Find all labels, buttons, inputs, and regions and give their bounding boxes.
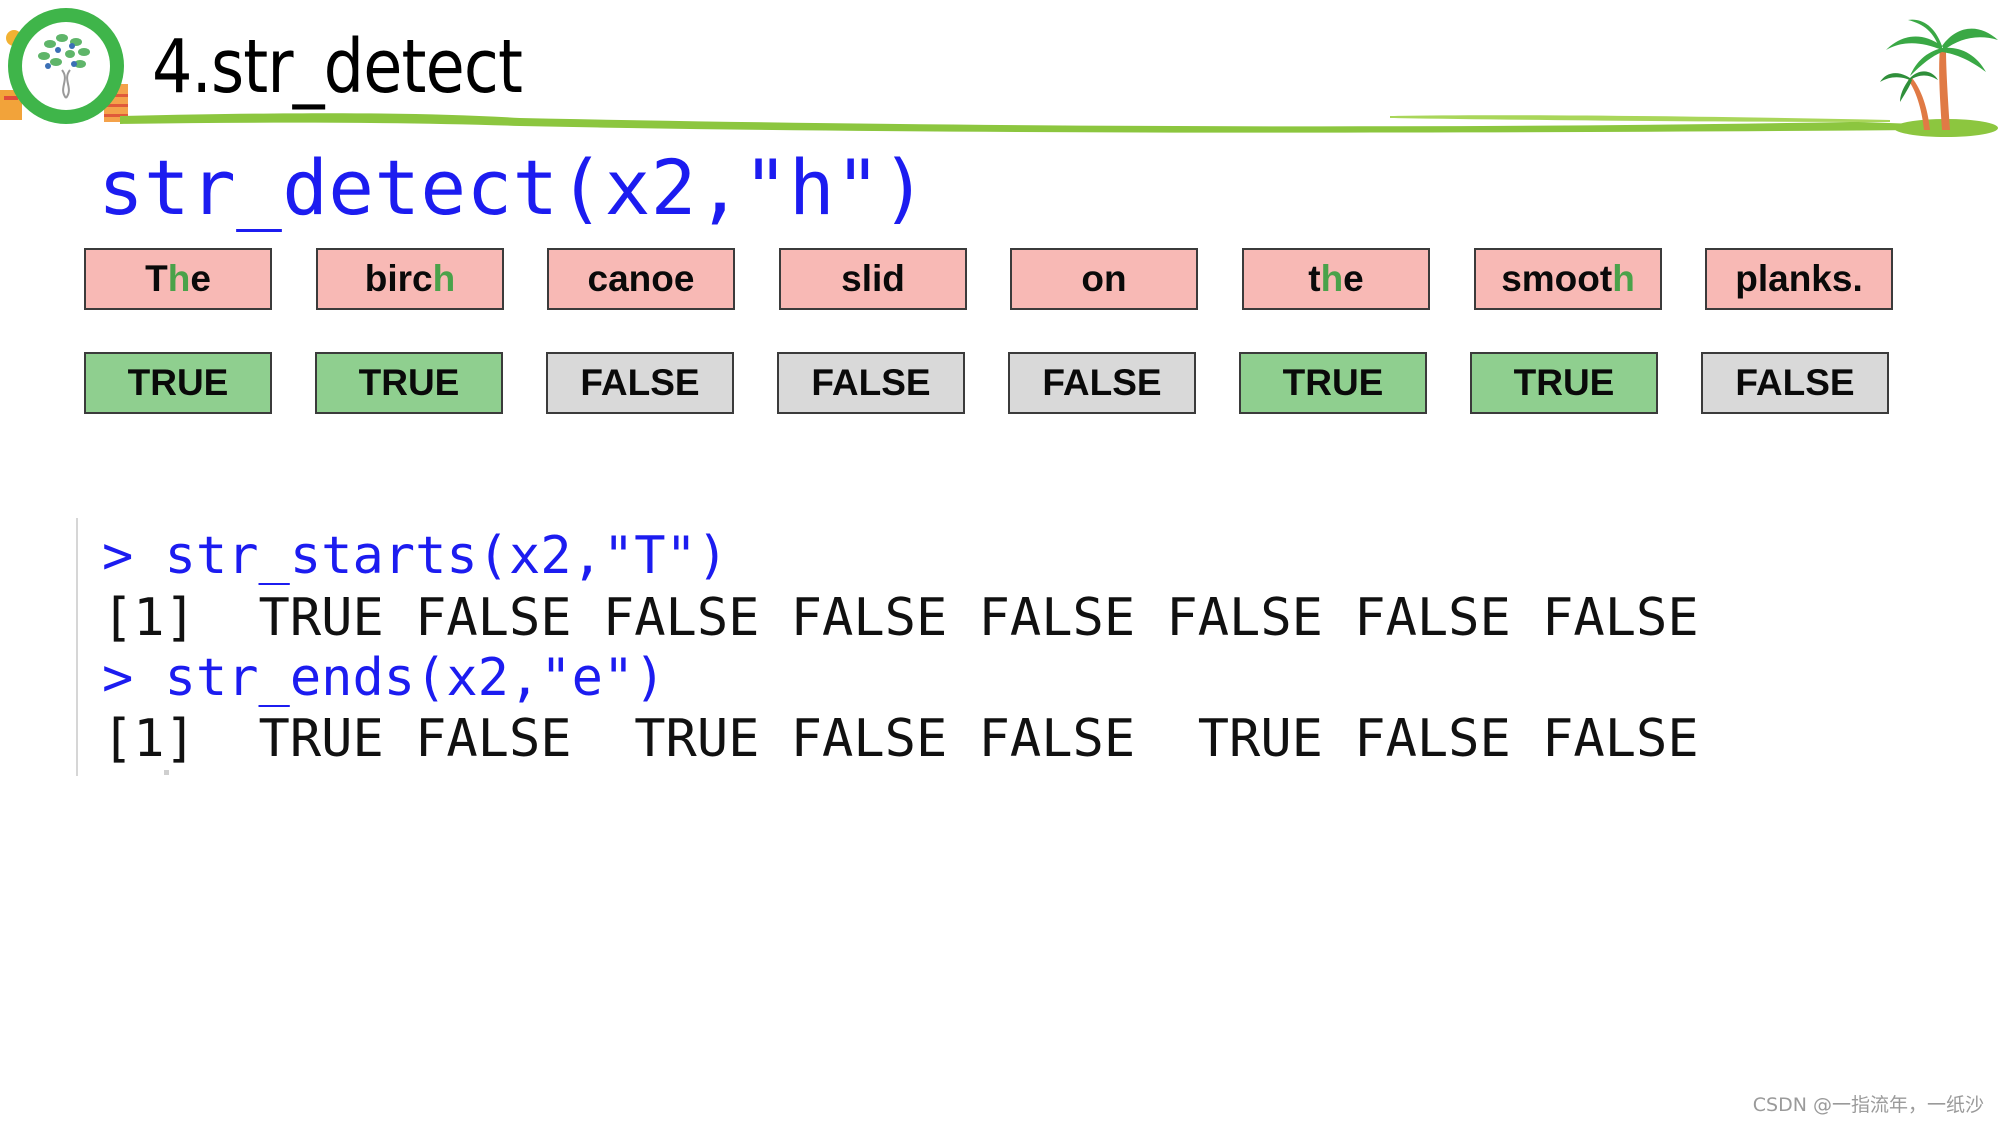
word-box: on xyxy=(1010,248,1198,310)
result-box: TRUE xyxy=(1470,352,1658,414)
r-console-output: > str_starts(x2,"T") [1] TRUE FALSE FALS… xyxy=(76,518,1699,776)
match-highlight: h xyxy=(1320,258,1344,299)
word-box: canoe xyxy=(547,248,735,310)
word-box: planks. xyxy=(1705,248,1893,310)
word-text: e xyxy=(1343,258,1364,299)
result-box: TRUE xyxy=(1239,352,1427,414)
match-highlight: h xyxy=(432,258,456,299)
result-box: FALSE xyxy=(777,352,965,414)
console-command: > str_starts(x2,"T") xyxy=(102,526,729,586)
word-text: planks. xyxy=(1735,258,1863,299)
word-box: birc h xyxy=(316,248,504,310)
slide-title: 4.str_detect xyxy=(152,24,523,110)
word-text: T xyxy=(145,258,168,299)
match-highlight: h xyxy=(1612,258,1635,299)
watermark: CSDN @一指流年，一纸沙 xyxy=(1752,1094,1984,1116)
word-text: canoe xyxy=(587,258,695,299)
word-text: slid xyxy=(841,258,905,299)
result-box: FALSE xyxy=(1701,352,1889,414)
match-highlight: h xyxy=(167,258,191,299)
result-box: TRUE xyxy=(84,352,272,414)
word-box: smoot h xyxy=(1474,248,1662,310)
word-box: The xyxy=(84,248,272,310)
result-box: FALSE xyxy=(546,352,734,414)
result-box: FALSE xyxy=(1008,352,1196,414)
console-cursor-mark xyxy=(164,770,169,775)
result-box: TRUE xyxy=(315,352,503,414)
word-text: birc xyxy=(364,258,433,299)
word-text: on xyxy=(1081,258,1127,299)
word-box: the xyxy=(1242,248,1430,310)
palm-tree-icon xyxy=(1880,19,1998,137)
str-detect-code: str_detect(x2,"h") xyxy=(98,143,928,232)
title-divider-line xyxy=(120,113,1930,133)
console-command: > str_ends(x2,"e") xyxy=(102,648,666,708)
word-text: e xyxy=(190,258,211,299)
console-output: [1] TRUE FALSE FALSE FALSE FALSE FALSE F… xyxy=(102,588,1699,648)
word-text: smoot xyxy=(1501,258,1613,299)
word-box: slid xyxy=(779,248,967,310)
console-output: [1] TRUE FALSE TRUE FALSE FALSE TRUE FAL… xyxy=(102,709,1699,769)
word-text: t xyxy=(1308,258,1321,299)
